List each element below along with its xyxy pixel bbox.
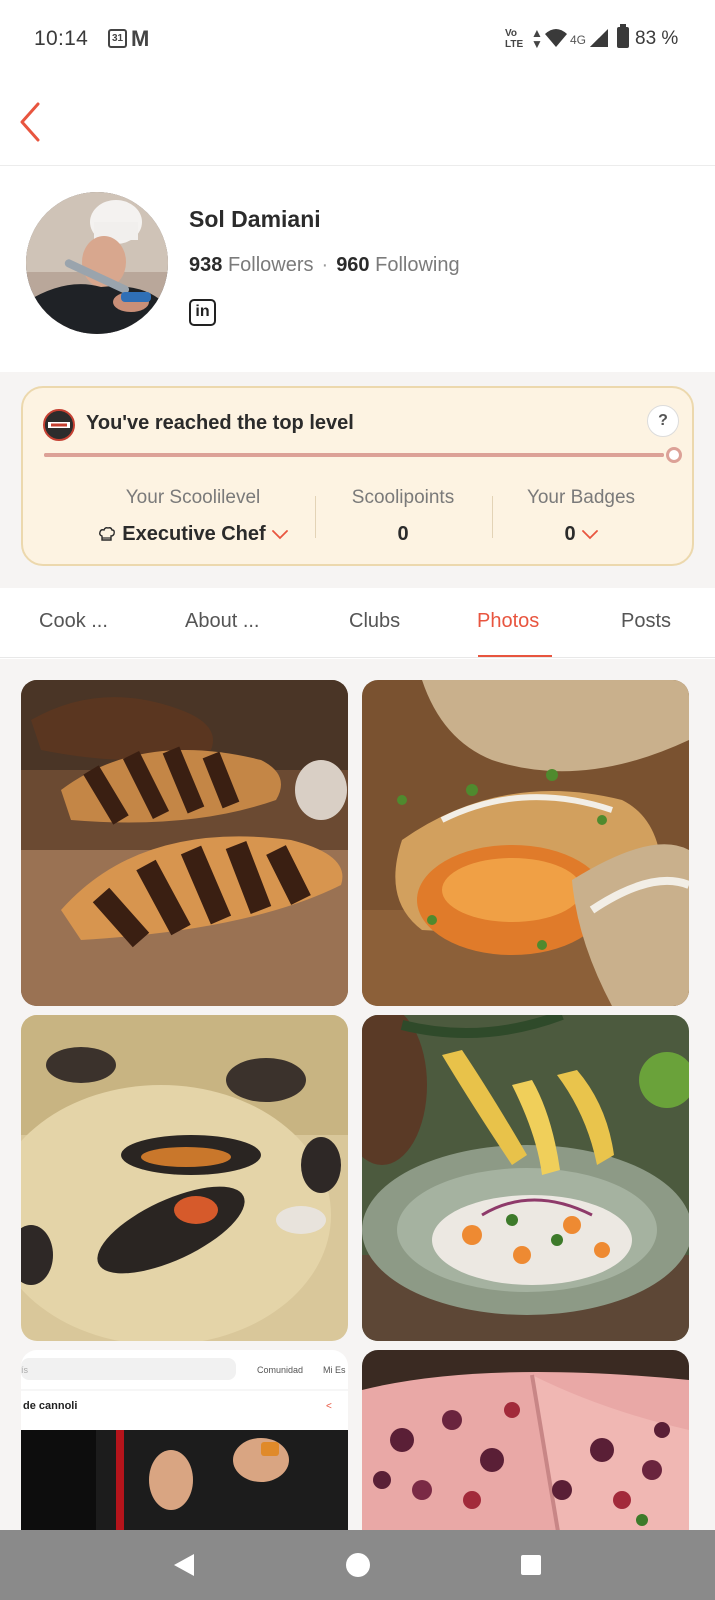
followers-count: 938	[189, 254, 223, 276]
tab-about[interactable]: About ...	[185, 610, 260, 633]
calendar-icon: 31	[108, 29, 127, 48]
battery-icon	[617, 24, 629, 48]
badges-label: Your Badges	[526, 487, 636, 508]
system-navigation-bar	[0, 1530, 715, 1600]
avatar[interactable]	[26, 192, 168, 334]
photo-tile[interactable]	[362, 1015, 689, 1341]
help-button[interactable]: ?	[647, 405, 679, 437]
level-title: You've reached the top level	[86, 412, 354, 434]
status-bar: 10:14 31 M Vo LTE ▲ ▼ 4G 83 %	[0, 0, 715, 80]
data-arrows-icon: ▲ ▼	[531, 26, 543, 51]
battery-percent: 83 %	[635, 28, 679, 49]
scoolipoints-label: Scoolipoints	[351, 487, 455, 508]
carrier-icon: M	[131, 26, 150, 51]
profile-name: Sol Damiani	[189, 206, 321, 232]
croissant-photo	[21, 680, 348, 1006]
scoolipoints-stat: Scoolipoints 0	[323, 487, 483, 546]
wifi-icon	[545, 29, 567, 47]
photo-tile[interactable]	[362, 680, 689, 1006]
badges-stat: Your Badges 0	[501, 487, 661, 546]
following-count: 960	[336, 254, 370, 276]
chef-hat-icon	[99, 526, 116, 541]
signal-icon	[590, 29, 608, 47]
back-nav-icon[interactable]	[172, 1552, 196, 1578]
active-tab-indicator	[478, 655, 552, 657]
photo-grid: ís Comunidad Mi Es de cannoli <	[0, 659, 715, 1530]
ceviche-photo	[362, 1015, 689, 1341]
scoolilevel-stat: Your Scoolilevel Executive Chef	[53, 487, 333, 546]
cannoli-screenshot-photo: ís Comunidad Mi Es de cannoli <	[21, 1350, 348, 1530]
seafood-rice-photo	[21, 1015, 348, 1341]
scoolilevel-dropdown[interactable]: Executive Chef	[53, 523, 333, 546]
screenshot-tab-mies: Mi Es	[323, 1365, 346, 1375]
focaccia-photo	[362, 1350, 689, 1530]
scoolilevel-value: Executive Chef	[122, 523, 266, 545]
profile-header: Sol Damiani 938 Followers · 960 Following …	[0, 166, 715, 372]
linkedin-icon[interactable]: in	[189, 299, 216, 326]
volte-icon: Vo LTE	[505, 28, 524, 50]
badges-value: 0	[564, 523, 576, 545]
stat-divider	[492, 496, 493, 538]
profile-tabs: Cook ... About ... Clubs Photos Posts	[0, 588, 715, 658]
screenshot-title: de cannoli	[23, 1400, 77, 1412]
chevron-down-icon	[581, 529, 598, 539]
photo-tile[interactable]	[21, 680, 348, 1006]
profile-stats: 938 Followers · 960 Following	[189, 254, 460, 277]
level-progress-bar	[44, 453, 664, 457]
avatar-image	[26, 192, 168, 334]
status-time: 10:14	[34, 27, 89, 50]
strudel-photo	[362, 680, 689, 1006]
stat-divider	[315, 496, 316, 538]
tab-cook[interactable]: Cook ...	[39, 610, 108, 633]
tab-clubs[interactable]: Clubs	[349, 610, 400, 633]
photo-tile[interactable]	[21, 1015, 348, 1341]
tab-photos[interactable]: Photos	[477, 610, 539, 633]
masters-logo-icon	[43, 409, 75, 441]
home-nav-icon[interactable]	[345, 1552, 371, 1578]
level-progress-knob	[666, 447, 682, 463]
badges-dropdown[interactable]: 0	[501, 523, 661, 546]
level-card: You've reached the top level ? Your Scoo…	[21, 386, 694, 566]
tab-posts[interactable]: Posts	[621, 610, 671, 633]
photo-tile[interactable]	[362, 1350, 689, 1530]
back-button[interactable]	[14, 100, 54, 144]
following-label: Following	[375, 254, 460, 276]
svg-text:<: <	[326, 1401, 332, 1412]
screenshot-tab-comunidad: Comunidad	[257, 1365, 303, 1375]
followers-label: Followers	[227, 254, 314, 276]
chevron-down-icon	[271, 529, 288, 539]
recents-nav-icon[interactable]	[520, 1554, 542, 1576]
following-link[interactable]: 960 Following	[336, 254, 459, 276]
photo-tile[interactable]: ís Comunidad Mi Es de cannoli <	[21, 1350, 348, 1530]
network-type-label: 4G	[570, 33, 587, 47]
stats-separator: ·	[321, 254, 329, 276]
scoolilevel-label: Your Scoolilevel	[125, 487, 261, 508]
followers-link[interactable]: 938 Followers	[189, 254, 314, 276]
level-section: You've reached the top level ? Your Scoo…	[0, 372, 715, 588]
chevron-left-icon	[20, 102, 40, 142]
svg-text:ís: ís	[21, 1365, 29, 1375]
scoolipoints-value: 0	[397, 523, 409, 545]
level-progress-fill	[44, 453, 664, 457]
top-app-bar	[0, 80, 715, 166]
